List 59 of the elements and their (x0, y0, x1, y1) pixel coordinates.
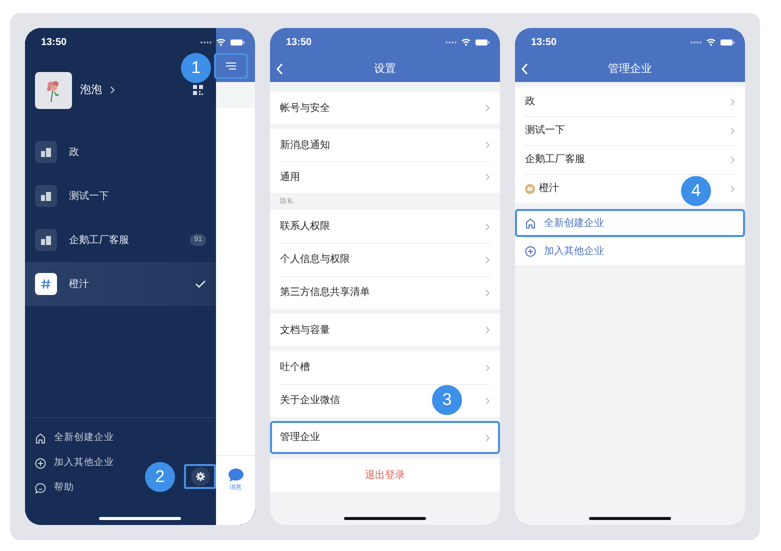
menu-item[interactable]: 全新创建企业 (25, 426, 124, 451)
hash-icon (41, 279, 51, 289)
company-item[interactable]: 测试一下 (25, 174, 216, 218)
building-icon (41, 236, 51, 244)
home-icon (525, 218, 536, 228)
company-item[interactable]: 政 (25, 130, 216, 174)
chevron-icon (485, 104, 490, 112)
step-number: 2 (145, 462, 175, 492)
chevron-icon (730, 184, 735, 192)
chevron-icon (485, 256, 490, 264)
building-icon (41, 148, 51, 156)
logout-button[interactable]: 退出登录 (270, 459, 500, 492)
chevron-icon (485, 288, 490, 296)
user-name[interactable]: 泡泡 (80, 82, 102, 98)
screen-title: 管理企业 (608, 62, 652, 77)
settings-icon (196, 472, 204, 481)
chevron-icon (485, 396, 490, 404)
signal-icon (690, 40, 702, 44)
battery-icon (720, 38, 735, 46)
company-name: 橙汁 (69, 278, 90, 292)
status-time: 13:50 (531, 36, 557, 50)
chevron-icon (485, 222, 490, 230)
battery-icon (475, 38, 490, 46)
chevron-icon (485, 326, 490, 334)
chevron-icon (485, 364, 490, 372)
plus-icon (35, 458, 46, 469)
menu-icon (226, 62, 236, 70)
wifi-icon (216, 38, 226, 46)
chevron-icon (485, 434, 490, 442)
menu-item[interactable]: 加入其他企业 (25, 451, 124, 476)
chevron-icon (730, 98, 735, 106)
back-icon (276, 63, 284, 75)
status-time: 13:50 (41, 36, 67, 50)
qr-code-icon[interactable] (193, 85, 203, 95)
signal-icon (445, 40, 457, 44)
home-icon (35, 433, 46, 444)
building-icon (41, 192, 51, 200)
chevron-icon (730, 156, 735, 164)
chevron-icon (110, 86, 115, 94)
chevron-icon (485, 141, 490, 149)
wifi-icon (706, 38, 716, 46)
company-name: 企鹅工厂客服 (69, 234, 130, 248)
company-item[interactable]: 橙汁 (25, 262, 216, 306)
signal-icon (200, 40, 212, 44)
company-name: 测试一下 (69, 190, 110, 204)
chevron-icon (485, 173, 490, 181)
company-name: 政 (69, 146, 80, 160)
wifi-icon (461, 38, 471, 46)
menu-item[interactable]: 帮助 (25, 476, 84, 501)
hash-icon (525, 184, 535, 194)
status-time: 13:50 (286, 36, 312, 50)
back-icon (521, 63, 529, 75)
screen-title: 设置 (374, 62, 396, 77)
chevron-icon (730, 126, 735, 134)
chat-bubble-icon (228, 468, 244, 482)
plus-icon (525, 246, 536, 256)
chat-icon (35, 483, 46, 494)
check-icon (195, 280, 206, 288)
menu-button[interactable] (214, 53, 248, 79)
